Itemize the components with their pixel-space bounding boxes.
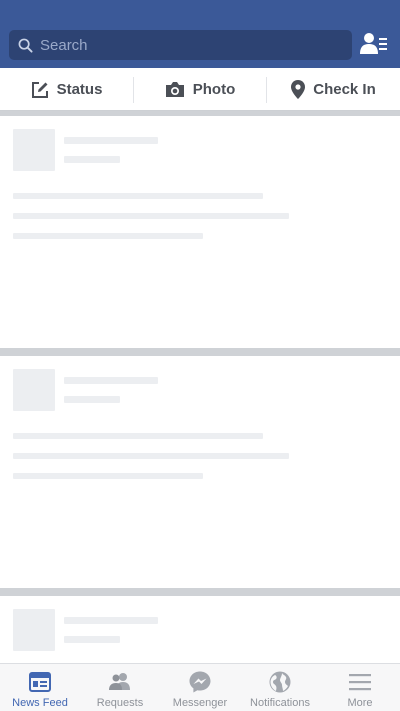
tab-label: Messenger [172,697,228,709]
news-feed[interactable] [0,111,400,663]
photo-label: Photo [192,81,236,98]
tab-news-feed[interactable]: News Feed [0,664,80,711]
composer-bar: Status Photo Check In [0,68,400,111]
name-placeholder [64,137,158,144]
feed-separator [0,348,400,356]
edit-icon [31,81,48,98]
status-button[interactable]: Status [0,68,133,111]
tab-notifications[interactable]: Notifications [240,664,320,711]
search-input[interactable]: Search [9,30,352,60]
camera-icon [165,82,184,97]
tab-more[interactable]: More [320,664,400,711]
news-feed-icon [29,672,51,692]
messenger-icon [189,671,211,693]
name-placeholder [64,617,158,624]
text-line-placeholder [13,473,203,479]
check-in-button[interactable]: Check In [267,68,400,111]
time-placeholder [64,156,120,163]
top-navigation-bar: Search [0,0,400,68]
time-placeholder [64,636,120,643]
text-line-placeholder [13,193,263,199]
feed-separator [0,588,400,596]
tab-requests[interactable]: Requests [80,664,160,711]
text-line-placeholder [13,233,203,239]
text-line-placeholder [13,433,263,439]
bottom-tab-bar: News Feed Requests Messenger Notificatio… [0,663,400,711]
search-placeholder: Search [40,37,88,54]
avatar-placeholder [13,609,55,651]
tab-label: News Feed [12,697,68,709]
globe-icon [269,671,291,693]
check-in-label: Check In [313,81,376,98]
text-line-placeholder [13,213,289,219]
text-line-placeholder [13,453,289,459]
tab-label: More [347,697,373,709]
avatar-placeholder [13,369,55,411]
tab-label: Notifications [250,697,310,709]
tab-label: Requests [96,697,144,709]
search-icon [18,38,33,53]
avatar-placeholder [13,129,55,171]
tab-messenger[interactable]: Messenger [160,664,240,711]
friend-list-icon[interactable] [360,32,388,56]
friend-requests-icon [109,673,130,690]
menu-icon [349,674,371,691]
photo-button[interactable]: Photo [134,68,266,111]
name-placeholder [64,377,158,384]
feed-separator [0,111,400,116]
status-label: Status [56,81,103,98]
time-placeholder [64,396,120,403]
location-pin-icon [291,80,306,99]
